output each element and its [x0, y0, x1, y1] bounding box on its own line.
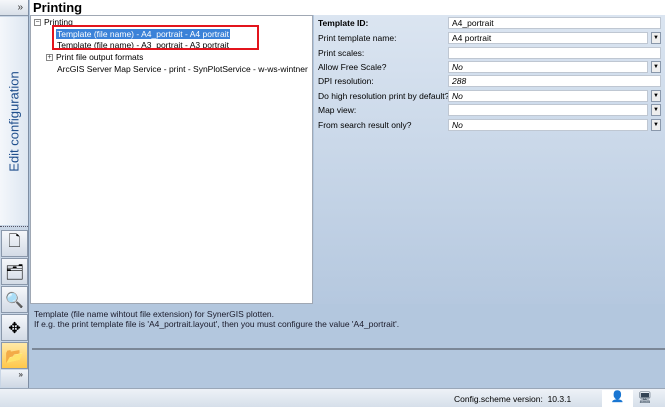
properties-panel: Template ID: A4_portrait Print template n… [314, 15, 665, 304]
prop-dpi: DPI resolution: 288 [318, 75, 661, 87]
prop-high-res: Do high resolution print by default? No ▼ [318, 90, 661, 102]
new-document-icon[interactable]: 🗋 [1, 230, 28, 257]
search-icon[interactable]: 🔍 [1, 286, 28, 313]
tree-node-arcgis-service[interactable]: ArcGIS Server Map Service - print - SynP… [57, 64, 308, 75]
status-bar: Config.scheme version: 10.3.1 👤 🖥 [0, 388, 665, 407]
chevron-down-icon[interactable]: ▼ [651, 32, 661, 44]
edit-configuration-label: Edit configuration [6, 70, 22, 172]
expand-sidebar-button[interactable]: » [0, 0, 28, 16]
dpi-input[interactable]: 288 [448, 75, 661, 87]
map-view-select[interactable] [448, 104, 648, 116]
monitor-icon[interactable]: 🖥 [638, 391, 652, 404]
sidebar-grip[interactable] [0, 226, 28, 229]
prop-map-view: Map view: ▼ [318, 104, 661, 116]
print-scales-input[interactable] [448, 47, 661, 59]
help-splitter[interactable] [32, 348, 665, 350]
prop-print-scales: Print scales: [318, 47, 661, 59]
more-buttons[interactable]: » [1, 370, 28, 387]
dropdown-arrow-icon[interactable]: ▼ [651, 61, 661, 73]
collapse-icon[interactable]: − [34, 19, 41, 27]
help-panel: Template (file name wihtout file extensi… [30, 305, 665, 388]
dropdown-arrow-icon[interactable]: ▼ [651, 119, 661, 131]
tools-icon[interactable]: ✥ [1, 314, 28, 341]
search-result-only-select[interactable]: No [448, 119, 648, 131]
prop-template-name: Print template name: A4 portrait ▼ [318, 32, 661, 44]
open-window-icon[interactable]: 🗂 [1, 258, 28, 285]
prop-template-id: Template ID: A4_portrait [318, 17, 661, 29]
template-id-input[interactable]: A4_portrait [448, 17, 661, 29]
prop-allow-free-scale: Allow Free Scale? No ▼ [318, 61, 661, 73]
dropdown-arrow-icon[interactable]: ▼ [651, 104, 661, 116]
expand-icon[interactable]: + [46, 54, 53, 62]
highlight-box [52, 25, 259, 50]
open-folder-icon[interactable]: 📂 [1, 342, 28, 369]
help-line-2: If e.g. the print template file is 'A4_p… [34, 319, 400, 329]
sidebar: » Edit configuration 🗋 🗂 🔍 ✥ 📂 » [0, 0, 29, 388]
help-line-1: Template (file name wihtout file extensi… [34, 309, 275, 319]
tree-node-output-formats[interactable]: + Print file output formats [46, 52, 143, 63]
template-name-input[interactable]: A4 portrait [448, 32, 648, 44]
user-icon[interactable]: 👤 [602, 390, 633, 407]
dropdown-arrow-icon[interactable]: ▼ [651, 90, 661, 102]
edit-configuration-tab[interactable]: Edit configuration [0, 17, 28, 225]
config-tree: − Printing Template (file name) - A4_port… [30, 15, 313, 304]
page-title: Printing [30, 0, 665, 15]
version-text: Config.scheme version: 10.3.1 [454, 394, 572, 404]
prop-search-result-only: From search result only? No ▼ [318, 119, 661, 131]
high-res-select[interactable]: No [448, 90, 648, 102]
allow-free-scale-select[interactable]: No [448, 61, 648, 73]
